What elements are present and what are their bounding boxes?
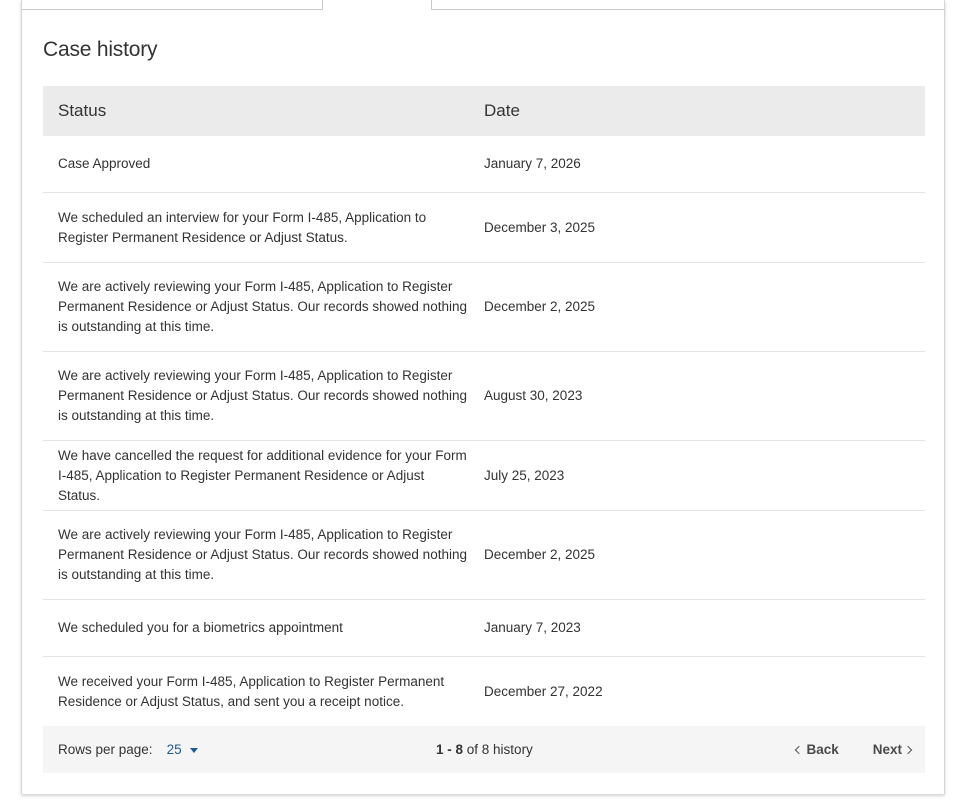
pagination-range: 1 - 8 of 8 history [436, 726, 533, 773]
row-date: December 3, 2025 [484, 219, 596, 235]
row-date: January 7, 2026 [484, 156, 581, 171]
section-title: Case history [43, 38, 158, 61]
row-date: July 25, 2023 [484, 467, 565, 483]
range-total: of 8 history [463, 742, 533, 757]
case-history-table: Status Date Case Approved January 7, 202… [43, 86, 925, 726]
table-row: We received your Form I-485, Application… [43, 657, 925, 726]
rows-per-page: Rows per page: 25 [58, 726, 198, 773]
row-date: December 27, 2022 [484, 683, 603, 699]
range-end: 8 [455, 742, 464, 757]
table-row: We are actively reviewing your Form I-48… [43, 511, 925, 600]
row-status: We received your Form I-485, Application… [58, 673, 445, 709]
header-status: Status [58, 101, 107, 120]
next-label: Next [872, 742, 902, 757]
pagination-controls: Back Next [795, 726, 913, 773]
table-row: We scheduled you for a biometrics appoin… [43, 600, 925, 657]
row-status: We have cancelled the request for additi… [58, 447, 467, 503]
tab-inactive-right[interactable] [431, 0, 945, 10]
rows-per-page-label: Rows per page: [58, 742, 153, 757]
table-row: Case Approved January 7, 2026 [43, 136, 925, 193]
back-button[interactable]: Back [795, 742, 839, 757]
row-status: We are actively reviewing your Form I-48… [58, 527, 467, 582]
back-label: Back [806, 742, 839, 757]
tab-inactive-left[interactable] [22, 0, 323, 10]
table-header: Status Date [43, 86, 925, 136]
row-status: We scheduled an interview for your Form … [58, 209, 427, 245]
row-status: Case Approved [58, 156, 151, 171]
next-button[interactable]: Next [872, 742, 913, 757]
table-row: We scheduled an interview for your Form … [43, 193, 925, 263]
case-history-card: Case history Status Date Case Approved J… [21, 0, 945, 794]
table-row: We are actively reviewing your Form I-48… [43, 352, 925, 441]
chevron-right-icon [903, 745, 913, 755]
chevron-left-icon [795, 745, 804, 755]
rows-per-page-value: 25 [166, 742, 182, 757]
row-date: December 2, 2025 [484, 547, 596, 562]
row-date: August 30, 2023 [484, 388, 583, 403]
tab-strip [22, 0, 945, 10]
caret-down-icon [189, 748, 198, 753]
range-start: 1 [436, 742, 444, 757]
row-status: We are actively reviewing your Form I-48… [58, 279, 467, 334]
tab-active[interactable] [323, 0, 430, 10]
range-separator: - [443, 742, 456, 757]
table-footer: Rows per page: 25 1 - 8 of 8 history Bac… [43, 726, 925, 773]
table-row: We have cancelled the request for additi… [43, 441, 925, 511]
row-date: January 7, 2023 [484, 620, 581, 635]
header-date: Date [484, 101, 520, 120]
row-date: December 2, 2025 [484, 299, 596, 314]
row-status: We are actively reviewing your Form I-48… [58, 368, 467, 423]
table-row: We are actively reviewing your Form I-48… [43, 263, 925, 352]
rows-per-page-select[interactable]: 25 [167, 742, 198, 757]
row-status: We scheduled you for a biometrics appoin… [58, 620, 343, 635]
